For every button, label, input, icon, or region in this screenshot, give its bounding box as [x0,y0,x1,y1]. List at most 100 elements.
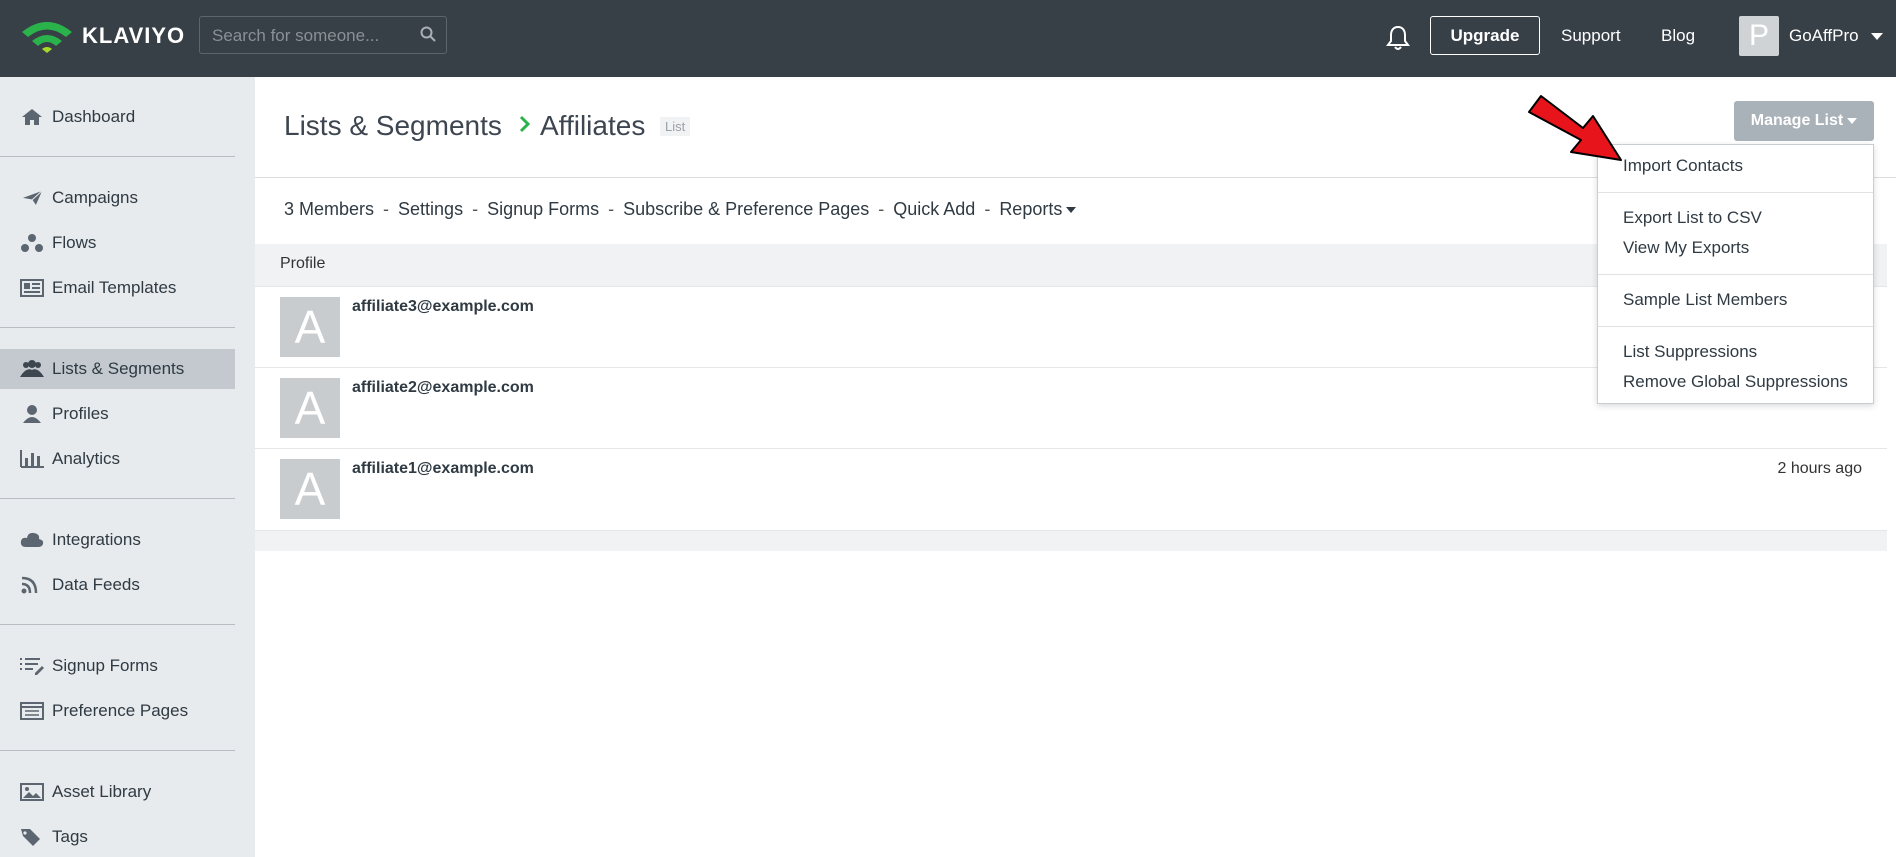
top-navigation-bar: KLAVIYO Upgrade Support Blog P GoAffPro [0,0,1896,77]
sidebar-item-label: Profiles [52,404,109,423]
sidebar-item-label: Data Feeds [52,575,140,594]
sidebar-item-label: Campaigns [52,188,138,207]
menu-item-remove-global-suppressions[interactable]: Remove Global Suppressions [1623,372,1848,392]
paper-plane-icon [20,189,44,207]
blog-link[interactable]: Blog [1661,26,1695,46]
caret-down-icon [1066,207,1077,214]
added-time: 2 hours ago [1777,460,1862,477]
sidebar-item-preference-pages[interactable]: Preference Pages [0,691,235,731]
profile-email-link[interactable]: affiliate3@example.com [352,298,534,316]
reports-label: Reports [999,199,1063,219]
account-name[interactable]: GoAffPro [1789,26,1859,46]
chevron-right-icon [519,115,531,133]
caret-down-icon [1847,117,1858,124]
menu-item-sample-list-members[interactable]: Sample List Members [1623,290,1787,310]
sidebar-item-tags[interactable]: Tags [0,817,235,857]
bar-chart-icon [20,450,44,468]
sidebar-item-label: Analytics [52,449,121,468]
settings-link[interactable]: Settings [398,199,463,219]
klaviyo-logo[interactable]: KLAVIYO [20,18,185,54]
manage-list-label: Manage List [1750,112,1844,129]
sidebar-item-data-feeds[interactable]: Data Feeds [0,565,235,605]
tag-icon [21,829,40,846]
signup-forms-link[interactable]: Signup Forms [487,199,599,219]
notification-bell-icon[interactable] [1386,25,1410,51]
sidebar-divider [0,156,235,157]
list-type-badge: List [660,117,691,136]
sidebar-item-asset-library[interactable]: Asset Library [0,772,235,812]
profile-email-link[interactable]: affiliate2@example.com [352,379,534,397]
sidebar-item-label: Integrations [52,530,141,549]
sidebar-item-label: Signup Forms [52,656,158,675]
subscribe-preference-pages-link[interactable]: Subscribe & Preference Pages [623,199,869,219]
sidebar-divider [0,624,235,625]
sidebar-item-email-templates[interactable]: Email Templates [0,268,235,308]
table-row[interactable]: A affiliate1@example.com 2 hours ago [255,448,1887,529]
sidebar-divider [0,327,235,328]
reports-dropdown[interactable]: Reports [999,199,1077,219]
search-icon[interactable] [420,26,436,42]
template-icon [20,279,44,297]
avatar: A [280,459,340,519]
sidebar-item-label: Tags [52,827,88,846]
quick-add-link[interactable]: Quick Add [893,199,975,219]
sidebar-item-dashboard[interactable]: Dashboard [0,97,235,137]
manage-list-button[interactable]: Manage List [1734,101,1874,141]
sidebar-item-flows[interactable]: Flows [0,223,235,263]
upgrade-button[interactable]: Upgrade [1430,16,1540,55]
column-header-profile: Profile [280,255,326,272]
flows-icon [21,234,43,252]
avatar: A [280,297,340,357]
menu-item-export-list-csv[interactable]: Export List to CSV [1623,208,1762,228]
search-input[interactable] [210,17,414,55]
home-icon [22,109,42,125]
breadcrumb-lists-segments[interactable]: Lists & Segments [284,110,502,142]
sidebar-item-label: Lists & Segments [52,359,185,378]
subnav-separator: - [383,199,390,219]
chevron-down-icon[interactable] [1871,33,1883,40]
annotation-arrow-icon [1528,95,1622,161]
support-link[interactable]: Support [1561,26,1621,46]
account-avatar[interactable]: P [1739,16,1779,56]
user-icon [23,405,41,423]
menu-item-view-my-exports[interactable]: View My Exports [1623,238,1749,258]
subnav-separator: - [472,199,479,219]
sidebar-item-label: Asset Library [52,782,152,801]
sidebar-item-label: Flows [52,233,97,252]
members-link[interactable]: 3 Members [284,199,374,219]
subnav-separator: - [984,199,991,219]
sidebar-item-label: Preference Pages [52,701,189,720]
sidebar-item-lists-segments[interactable]: Lists & Segments [0,349,235,389]
page-title: Affiliates [540,110,646,141]
menu-divider [1598,192,1873,193]
sidebar-divider [0,750,235,751]
users-icon [20,360,44,377]
sidebar-item-signup-forms[interactable]: Signup Forms [0,646,235,686]
sidebar-item-campaigns[interactable]: Campaigns [0,178,235,218]
subnav-separator: - [608,199,615,219]
list-subnav: 3 Members - Settings - Signup Forms - Subscrib… [284,199,1077,220]
klaviyo-wifi-logo-icon [22,22,72,53]
menu-divider [1598,326,1873,327]
menu-divider [1598,274,1873,275]
preference-page-icon [20,702,44,720]
sidebar-item-analytics[interactable]: Analytics [0,439,235,479]
sidebar-item-label: Dashboard [52,107,136,126]
rss-icon [21,576,38,594]
table-footer [255,530,1887,551]
menu-item-import-contacts[interactable]: Import Contacts [1623,156,1743,176]
cloud-icon [20,532,44,547]
form-list-icon [20,658,44,675]
sidebar: Dashboard Campaigns Flows Email Template… [0,77,255,857]
image-icon [20,783,44,801]
search-box[interactable] [199,16,447,55]
logo-text: KLAVIYO [82,23,186,48]
menu-item-list-suppressions[interactable]: List Suppressions [1623,342,1757,362]
sidebar-item-integrations[interactable]: Integrations [0,520,235,560]
sidebar-item-label: Email Templates [52,278,177,297]
avatar: A [280,378,340,438]
profile-email-link[interactable]: affiliate1@example.com [352,460,534,478]
sidebar-item-profiles[interactable]: Profiles [0,394,235,434]
manage-list-dropdown-menu: Import Contacts Export List to CSV View … [1597,144,1874,404]
subnav-separator: - [878,199,885,219]
